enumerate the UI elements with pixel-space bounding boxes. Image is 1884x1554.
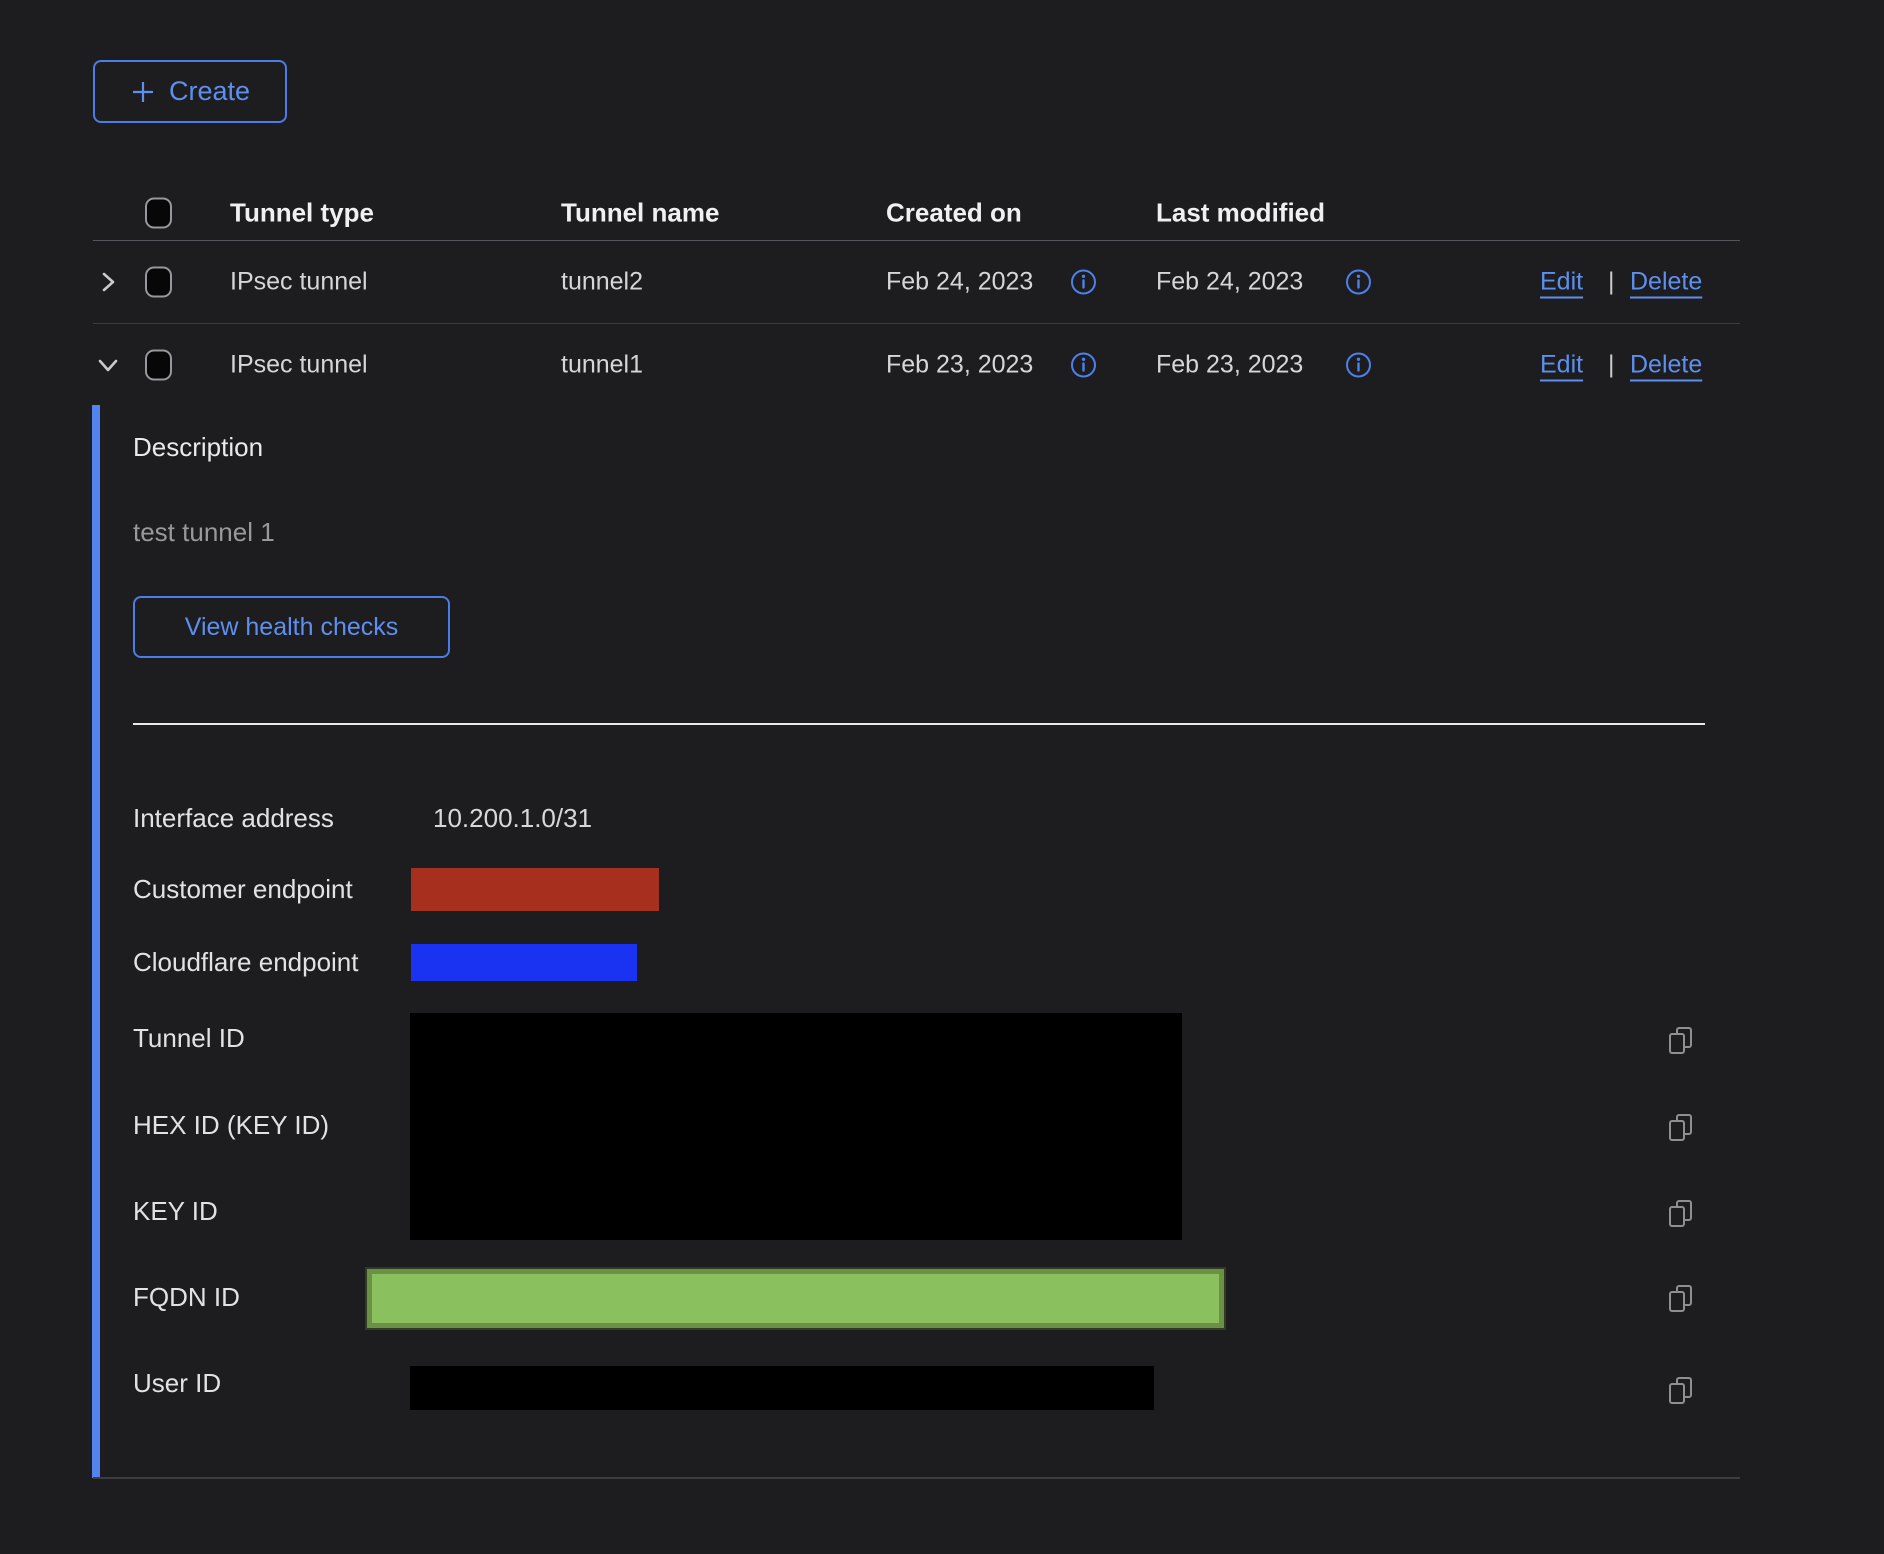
ids-redacted-value xyxy=(410,1013,1182,1240)
edit-link[interactable]: Edit xyxy=(1540,350,1583,379)
tunnel-id-label: Tunnel ID xyxy=(133,1023,245,1054)
info-icon[interactable] xyxy=(1345,351,1372,378)
created-on-value: Feb 24, 2023 xyxy=(886,268,1033,297)
copy-icon[interactable] xyxy=(1666,1283,1696,1313)
created-on-value: Feb 23, 2023 xyxy=(886,350,1033,379)
row-checkbox[interactable] xyxy=(145,267,172,298)
user-id-redacted-value xyxy=(410,1366,1154,1410)
copy-icon[interactable] xyxy=(1666,1375,1696,1405)
info-icon[interactable] xyxy=(1070,351,1097,378)
interface-address-value: 10.200.1.0/31 xyxy=(433,803,592,834)
info-icon[interactable] xyxy=(1070,269,1097,296)
action-separator: | xyxy=(1608,268,1615,297)
description-label: Description xyxy=(133,432,263,463)
last-modified-value: Feb 24, 2023 xyxy=(1156,268,1303,297)
last-modified-value: Feb 23, 2023 xyxy=(1156,350,1303,379)
column-header-tunnel-name: Tunnel name xyxy=(561,197,719,228)
tunnel-name-value: tunnel2 xyxy=(561,268,643,297)
description-value: test tunnel 1 xyxy=(133,517,275,548)
tunnels-table: Tunnel type Tunnel name Created on Last … xyxy=(93,185,1740,405)
customer-endpoint-label: Customer endpoint xyxy=(133,874,353,905)
fqdn-id-label: FQDN ID xyxy=(133,1282,240,1313)
copy-icon[interactable] xyxy=(1666,1025,1696,1055)
delete-link[interactable]: Delete xyxy=(1630,268,1702,297)
table-row: IPsec tunnel tunnel2 Feb 24, 2023 Feb 24… xyxy=(93,241,1740,324)
fqdn-id-redacted-value xyxy=(367,1269,1224,1328)
section-divider xyxy=(133,723,1705,725)
interface-address-label: Interface address xyxy=(133,803,334,834)
create-button-label: Create xyxy=(169,76,250,107)
cloudflare-endpoint-redacted-value xyxy=(411,944,637,981)
view-health-checks-button[interactable]: View health checks xyxy=(133,596,450,658)
action-separator: | xyxy=(1608,350,1615,379)
row-checkbox[interactable] xyxy=(145,349,172,380)
column-header-tunnel-type: Tunnel type xyxy=(230,197,374,228)
info-icon[interactable] xyxy=(1345,269,1372,296)
expanded-row-bottom-border xyxy=(93,1477,1740,1479)
column-header-last-modified: Last modified xyxy=(1156,197,1325,228)
select-all-checkbox[interactable] xyxy=(145,197,172,228)
chevron-right-icon[interactable] xyxy=(95,269,121,295)
expanded-row-accent-bar xyxy=(92,405,100,1478)
edit-link[interactable]: Edit xyxy=(1540,268,1583,297)
key-id-label: KEY ID xyxy=(133,1196,218,1227)
create-button[interactable]: Create xyxy=(93,60,287,123)
table-row-expanded: IPsec tunnel tunnel1 Feb 23, 2023 Feb 23… xyxy=(93,324,1740,405)
copy-icon[interactable] xyxy=(1666,1198,1696,1228)
table-header-row: Tunnel type Tunnel name Created on Last … xyxy=(93,185,1740,241)
user-id-label: User ID xyxy=(133,1368,221,1399)
copy-icon[interactable] xyxy=(1666,1112,1696,1142)
customer-endpoint-redacted-value xyxy=(411,868,659,911)
hex-id-label: HEX ID (KEY ID) xyxy=(133,1110,329,1141)
delete-link[interactable]: Delete xyxy=(1630,350,1702,379)
plus-icon xyxy=(130,79,156,105)
tunnel-name-value: tunnel1 xyxy=(561,350,643,379)
chevron-down-icon[interactable] xyxy=(95,352,121,378)
cloudflare-endpoint-label: Cloudflare endpoint xyxy=(133,947,359,978)
tunnel-type-value: IPsec tunnel xyxy=(230,350,368,379)
tunnel-type-value: IPsec tunnel xyxy=(230,268,368,297)
column-header-created-on: Created on xyxy=(886,197,1022,228)
